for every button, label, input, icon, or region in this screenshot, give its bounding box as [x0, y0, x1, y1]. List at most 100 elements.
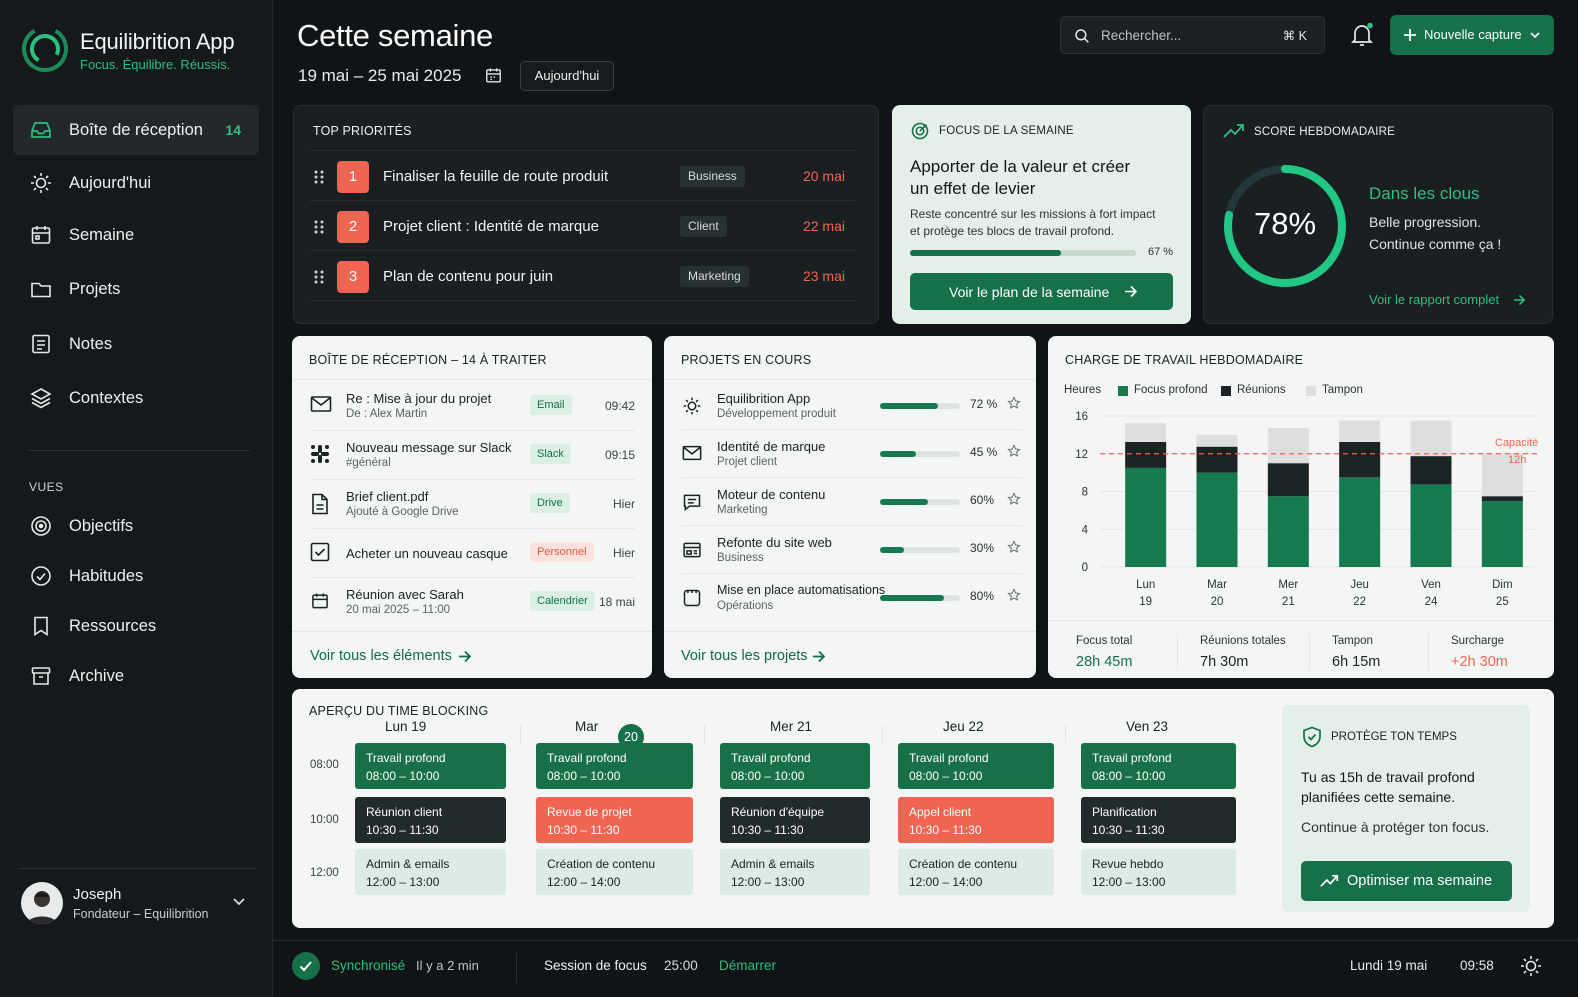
sidebar-item-archive[interactable]: Archive: [13, 651, 259, 701]
sidebar-item-projects[interactable]: Projets: [13, 264, 259, 314]
inbox-item[interactable]: Re : Mise à jour du projet De : Alex Mar…: [310, 382, 635, 431]
project-row[interactable]: Equilibrition App Développement produit …: [682, 382, 1022, 430]
item-title: Réunion avec Sarah: [346, 587, 464, 602]
sidebar-item-contexts[interactable]: Contextes: [13, 373, 259, 423]
sidebar-item-label: Archive: [69, 666, 125, 685]
checkbox-icon[interactable]: [310, 542, 330, 562]
sun-icon[interactable]: [1519, 954, 1543, 978]
stat-label: Surcharge: [1451, 635, 1505, 647]
view-all-items-link[interactable]: Voir tous les éléments: [310, 648, 452, 664]
time-block[interactable]: Revue de projet 10:30 – 11:30: [536, 797, 693, 843]
sidebar-item-notes[interactable]: Notes: [13, 319, 259, 369]
bookmark-icon: [29, 614, 53, 638]
time-block[interactable]: Travail profond 08:00 – 10:00: [355, 743, 506, 789]
drag-handle-icon[interactable]: [313, 270, 325, 284]
sidebar-item-habits[interactable]: Habitudes: [13, 551, 259, 601]
block-title: Admin & emails: [731, 857, 815, 871]
time-block[interactable]: Revue hebdo 12:00 – 13:00: [1081, 849, 1236, 895]
y-tick-label: 16: [1075, 411, 1088, 423]
slack-icon: [310, 444, 330, 464]
bar-segment: [1196, 446, 1238, 473]
search-input[interactable]: Rechercher... ⌘ K: [1060, 16, 1325, 54]
page-title: Cette semaine: [297, 18, 493, 53]
bell-icon[interactable]: [1350, 22, 1374, 48]
stat-value: 28h 45m: [1076, 654, 1133, 670]
time-block[interactable]: Travail profond 08:00 – 10:00: [536, 743, 693, 789]
y-tick-label: 12: [1075, 449, 1088, 461]
drag-handle-icon[interactable]: [313, 220, 325, 234]
optimize-week-button[interactable]: Optimiser ma semaine: [1301, 861, 1512, 901]
sidebar-item-label: Notes: [69, 334, 113, 353]
sidebar-item-resources[interactable]: Ressources: [13, 601, 259, 651]
star-icon[interactable]: [1007, 588, 1021, 602]
start-session-button[interactable]: Démarrer: [719, 958, 776, 973]
new-capture-button[interactable]: Nouvelle capture: [1390, 15, 1554, 55]
sidebar-item-label: Objectifs: [69, 516, 134, 535]
project-row[interactable]: Moteur de contenu Marketing 60%: [682, 478, 1022, 526]
day-header[interactable]: Mar: [575, 719, 598, 734]
legend-swatch: [1221, 386, 1231, 396]
inbox-item[interactable]: Réunion avec Sarah 20 mai 2025 – 11:00 C…: [310, 578, 635, 627]
time-block[interactable]: Travail profond 08:00 – 10:00: [720, 743, 870, 789]
day-header[interactable]: Jeu 22: [943, 719, 984, 734]
time-block[interactable]: Admin & emails 12:00 – 13:00: [355, 849, 506, 895]
focus-session-label: Session de focus: [544, 958, 647, 973]
bar-segment: [1125, 467, 1167, 567]
star-icon[interactable]: [1007, 444, 1021, 458]
sidebar-item-today[interactable]: Aujourd'hui: [13, 158, 259, 208]
x-tick-label: 24: [1425, 596, 1438, 608]
day-header[interactable]: Ven 23: [1126, 719, 1168, 734]
arrow-right-icon: [1124, 285, 1138, 298]
card-title: PROJETS EN COURS: [681, 353, 812, 367]
time-block[interactable]: Réunion d'équipe 10:30 – 11:30: [720, 797, 870, 843]
item-title: Re : Mise à jour du projet: [346, 391, 492, 406]
sidebar-item-label: Boîte de réception: [69, 120, 203, 139]
day-header[interactable]: Mer 21: [770, 719, 812, 734]
sidebar-item-inbox[interactable]: Boîte de réception 14: [13, 105, 259, 155]
time-block[interactable]: Travail profond 08:00 – 10:00: [1081, 743, 1236, 789]
sidebar-item-goals[interactable]: Objectifs: [13, 501, 259, 551]
star-icon[interactable]: [1007, 396, 1021, 410]
project-progress-label: 60%: [970, 493, 995, 507]
avatar[interactable]: [21, 882, 63, 924]
today-button[interactable]: Aujourd'hui: [520, 61, 614, 91]
time-block[interactable]: Travail profond 08:00 – 10:00: [898, 743, 1054, 789]
chevron-down-icon[interactable]: [232, 897, 246, 907]
block-title: Appel client: [909, 805, 972, 819]
app-tagline: Focus. Équilibre. Réussis.: [80, 57, 231, 72]
sidebar-item-label: Ressources: [69, 616, 157, 635]
priority-tag: Business: [680, 166, 745, 187]
drag-handle-icon[interactable]: [313, 170, 325, 184]
time-block[interactable]: Admin & emails 12:00 – 13:00: [720, 849, 870, 895]
priority-row[interactable]: 3 Plan de contenu pour juin Marketing 23…: [310, 251, 855, 301]
project-row[interactable]: Refonte du site web Business 30%: [682, 526, 1022, 574]
full-report-link[interactable]: Voir le rapport complet: [1369, 292, 1499, 307]
time-block[interactable]: Création de contenu 12:00 – 14:00: [536, 849, 693, 895]
priority-row[interactable]: 2 Projet client : Identité de marque Cli…: [310, 201, 855, 251]
calendar-icon[interactable]: [484, 66, 503, 85]
time-block[interactable]: Planification 10:30 – 11:30: [1081, 797, 1236, 843]
trending-up-icon: [1320, 874, 1339, 888]
card-title: APERÇU DU TIME BLOCKING: [309, 704, 489, 718]
priority-date: 22 mai: [802, 218, 845, 234]
time-block[interactable]: Appel client 10:30 – 11:30: [898, 797, 1054, 843]
star-icon[interactable]: [1007, 492, 1021, 506]
priority-row[interactable]: 1 Finaliser la feuille de route produit …: [310, 151, 855, 201]
time-block[interactable]: Réunion client 10:30 – 11:30: [355, 797, 506, 843]
view-week-plan-button[interactable]: Voir le plan de la semaine: [910, 273, 1173, 310]
block-time: 12:00 – 14:00: [909, 875, 983, 889]
view-all-projects-link[interactable]: Voir tous les projets: [681, 648, 808, 664]
bar-segment: [1196, 434, 1238, 447]
project-row[interactable]: Mise en place automatisations Opérations…: [682, 574, 1022, 622]
project-category: Marketing: [717, 504, 768, 516]
inbox-item[interactable]: Nouveau message sur Slack #général Slack…: [310, 431, 635, 480]
inbox-item[interactable]: Acheter un nouveau casque Personnel Hier: [310, 529, 635, 578]
score-headline: Dans les clous: [1369, 184, 1480, 203]
sidebar-item-week[interactable]: Semaine: [13, 210, 259, 260]
project-row[interactable]: Identité de marque Projet client 45 %: [682, 430, 1022, 478]
inbox-item[interactable]: Brief client.pdf Ajouté à Google Drive D…: [310, 480, 635, 529]
time-block[interactable]: Création de contenu 12:00 – 14:00: [898, 849, 1054, 895]
star-icon[interactable]: [1007, 540, 1021, 554]
link-label: Voir le rapport complet: [1369, 292, 1500, 307]
day-header[interactable]: Lun 19: [385, 719, 426, 734]
